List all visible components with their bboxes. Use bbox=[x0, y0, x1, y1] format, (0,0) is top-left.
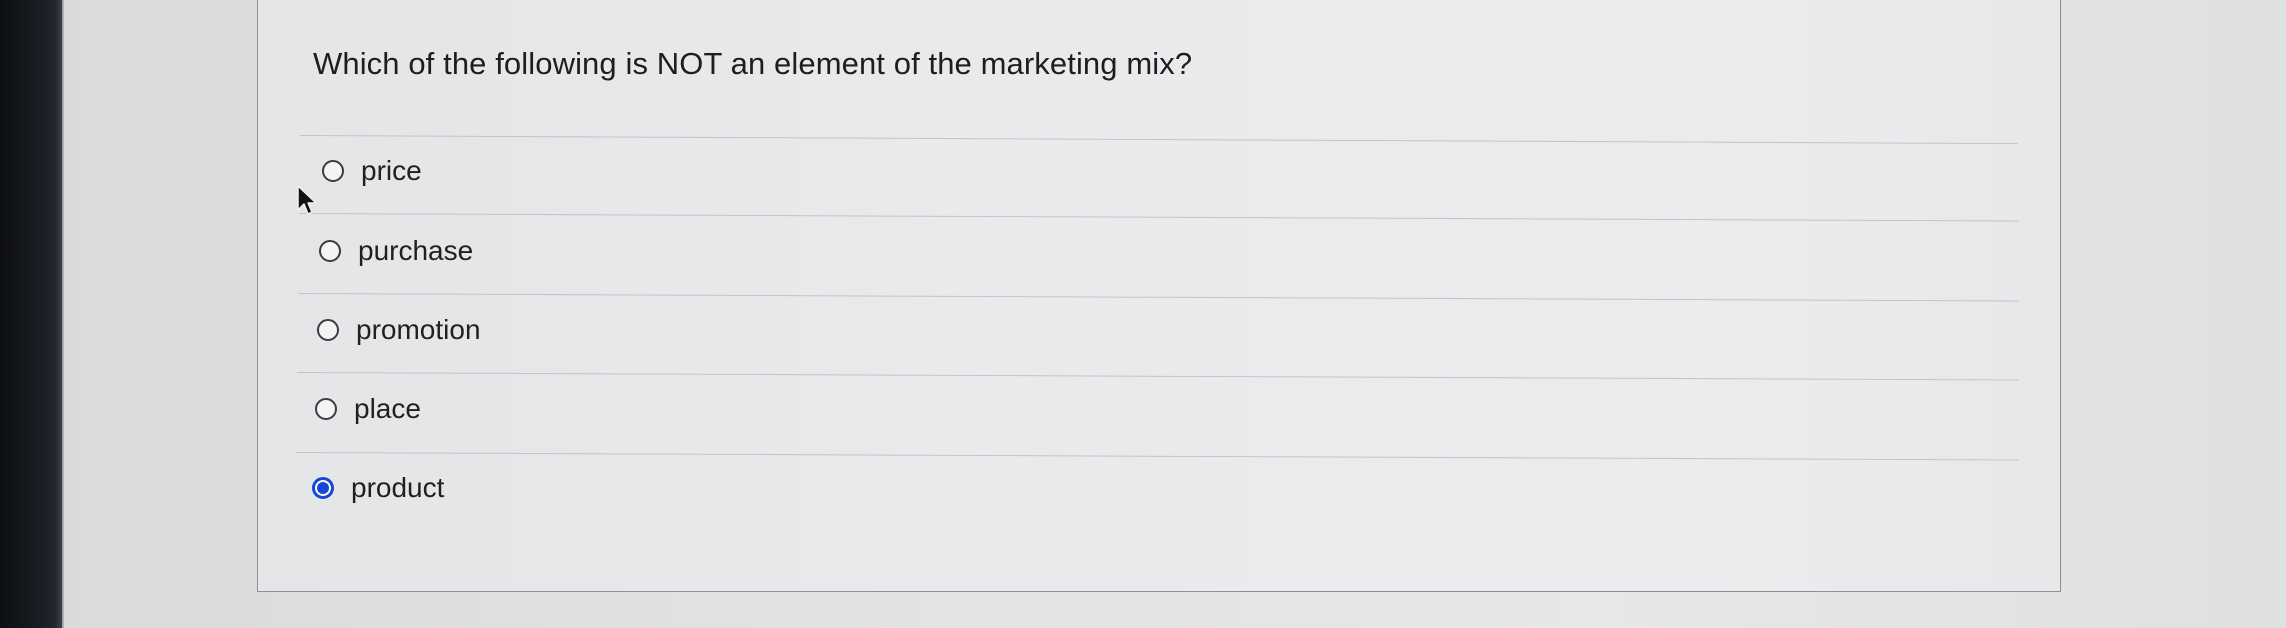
radio-button-product[interactable] bbox=[312, 477, 334, 499]
option-label: promotion bbox=[356, 314, 481, 345]
question-text: Which of the following is NOT an element… bbox=[313, 46, 1193, 81]
option-promotion[interactable]: promotion bbox=[317, 314, 481, 346]
option-label: product bbox=[351, 472, 445, 503]
option-label: price bbox=[361, 155, 422, 186]
radio-button-price[interactable] bbox=[322, 160, 344, 182]
radio-button-promotion[interactable] bbox=[317, 319, 339, 341]
option-purchase[interactable]: purchase bbox=[319, 235, 473, 267]
screen-bezel bbox=[0, 0, 62, 628]
option-label: purchase bbox=[358, 235, 474, 266]
radio-button-purchase[interactable] bbox=[319, 240, 341, 262]
screen-bezel-edge bbox=[56, 0, 64, 628]
radio-button-place[interactable] bbox=[315, 398, 337, 420]
option-product[interactable]: product bbox=[312, 472, 444, 504]
option-price[interactable]: price bbox=[322, 155, 422, 187]
mouse-pointer-icon bbox=[297, 185, 317, 215]
option-label: place bbox=[354, 393, 421, 424]
radio-dot bbox=[317, 482, 329, 494]
option-place[interactable]: place bbox=[315, 393, 421, 425]
